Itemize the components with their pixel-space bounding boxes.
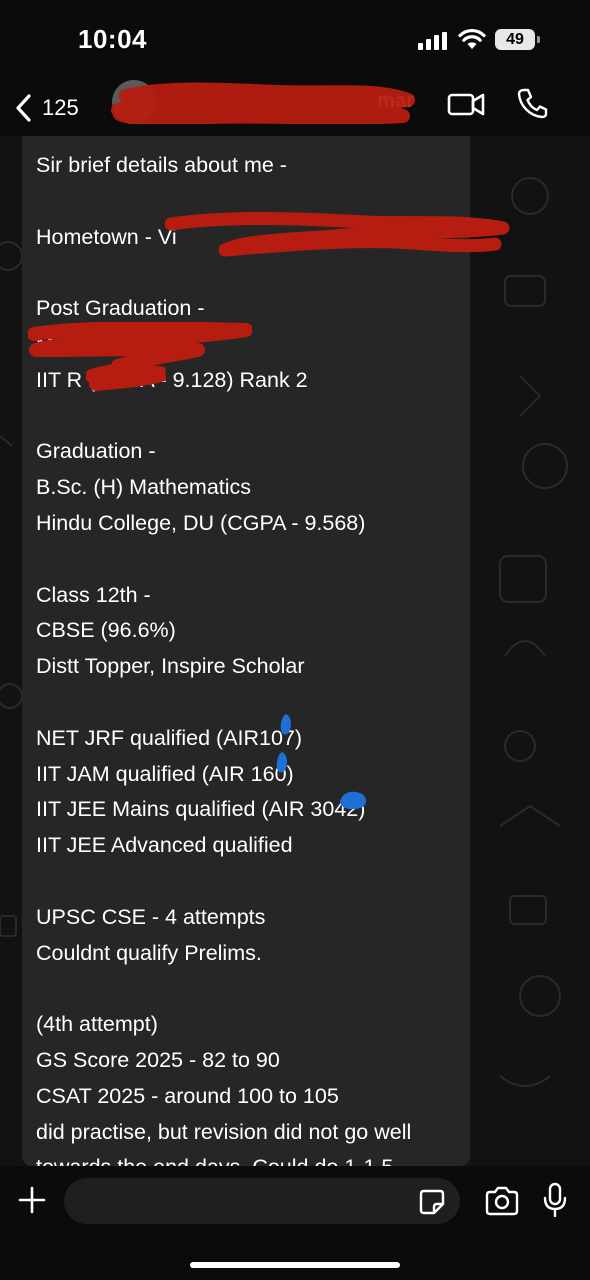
message-line: UPSC CSE - 4 attempts [36, 904, 266, 929]
message-bubble[interactable]: Sir brief details about me - Hometown - V… [22, 136, 470, 1166]
status-time: 10:04 [78, 24, 147, 54]
cellular-signal-icon [418, 32, 448, 50]
message-line: NET JRF qualified (AIR107) [36, 725, 303, 750]
microphone-icon[interactable] [542, 1182, 568, 1218]
wifi-icon [458, 28, 486, 49]
message-line: IIT JEE Advanced qualified [36, 833, 293, 858]
message-line: IIT JAM qualified (AIR 160) [36, 761, 294, 786]
blue-marker [276, 752, 287, 773]
message-line: GS Score 2025 - 82 to 90 [36, 1047, 280, 1072]
chat-area[interactable]: Sir brief details about me - Hometown - V… [0, 136, 590, 1166]
message-input-container[interactable] [64, 1178, 460, 1224]
message-line: Distt Topper, Inspire Scholar [36, 654, 305, 679]
composer-bar [0, 1166, 590, 1280]
chat-header: 125 mar [0, 80, 590, 136]
message-input[interactable] [80, 1178, 410, 1224]
battery-indicator: 49 [495, 29, 540, 50]
chevron-left-icon [16, 94, 31, 122]
status-bar: 10:04 49 [0, 0, 590, 80]
redaction-mark [86, 363, 167, 391]
message-line: did practise, but revision did not go we… [36, 1119, 412, 1144]
message-line: towards the end days. Could do 1-1.5 [36, 1150, 456, 1166]
sticker-icon[interactable] [418, 1188, 446, 1216]
message-line: CBSE (96.6%) [36, 618, 176, 643]
message-line: (4th attempt) [36, 1012, 158, 1037]
phone-icon[interactable] [516, 86, 548, 120]
back-button[interactable]: 125 [14, 86, 79, 130]
home-indicator [190, 1262, 400, 1268]
message-line: Hindu College, DU (CGPA - 9.568) [36, 510, 366, 535]
video-call-button[interactable] [446, 88, 486, 120]
message-line: Class 12th - [36, 582, 151, 607]
redaction-mark [165, 212, 510, 257]
message-line: IIT JEE Mains qualified (AIR 3042) [36, 797, 366, 822]
plus-icon[interactable] [16, 1184, 48, 1216]
message-line: Graduation - [36, 439, 156, 464]
message-line: CSAT 2025 - around 100 to 105 [36, 1083, 339, 1108]
message-line: Couldnt qualify Prelims. [36, 940, 262, 965]
blue-marker [280, 714, 291, 735]
unread-count: 125 [42, 95, 79, 120]
camera-icon[interactable] [484, 1186, 520, 1216]
message-line: B.Sc. (H) Mathematics [36, 475, 252, 500]
blue-marker [340, 791, 366, 810]
message-line: Sir brief details about me - [36, 153, 287, 177]
redaction-mark [111, 82, 415, 124]
